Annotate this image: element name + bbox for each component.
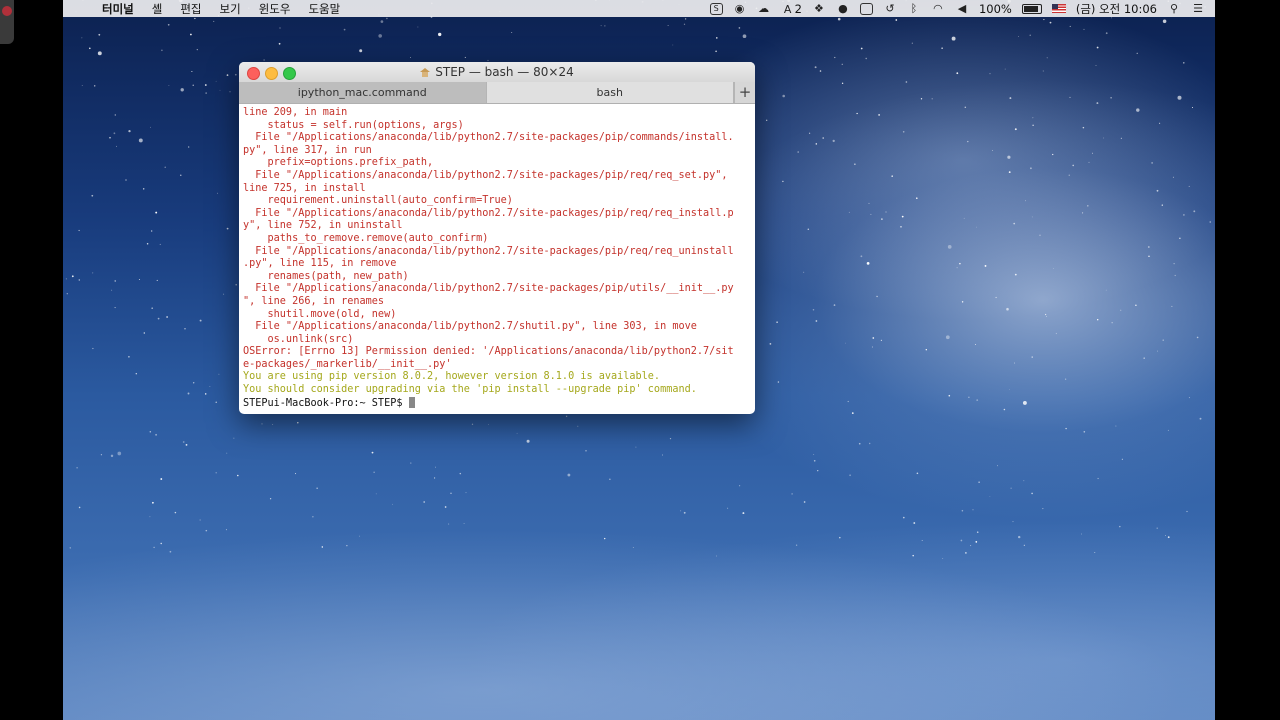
close-button[interactable]	[247, 67, 260, 80]
home-folder-icon	[420, 67, 431, 77]
shell-prompt: STEPui-MacBook-Pro:~ STEP$	[243, 397, 409, 409]
menu-view[interactable]: 보기	[211, 1, 250, 17]
traceback-line: prefix=options.prefix_path,	[243, 157, 434, 169]
pip-warning: You are using pip version 8.0.2, however…	[243, 371, 751, 396]
traceback-line: File "/Applications/anaconda/lib/python2…	[243, 283, 734, 295]
evernote-icon[interactable]: ◉	[733, 2, 747, 15]
bluetooth-icon[interactable]: ᛒ	[907, 2, 921, 15]
status-area: S ◉ ☁ A2 ❖ ● ↺ ᛒ ◠ ◀ 100% (금) 오전 10:06 ⚲…	[709, 1, 1215, 17]
traceback-line: File "/Applications/anaconda/lib/python2…	[243, 169, 728, 181]
traceback-line: File "/Applications/anaconda/lib/python2…	[243, 245, 734, 257]
terminal-output[interactable]: line 209, in main status = self.run(opti…	[239, 104, 755, 413]
menu-help[interactable]: 도움말	[299, 1, 349, 17]
tab-bash[interactable]: bash	[486, 82, 734, 103]
tab-bar: ipython_mac.command bash +	[239, 82, 755, 104]
adobe-status[interactable]: A2	[781, 2, 802, 16]
screen-border-left	[0, 0, 63, 720]
traceback-line: OSError: [Errno 13] Permission denied: '…	[243, 346, 734, 358]
traceback-line: line 725, in install	[243, 182, 366, 194]
traceback-line: requirement.uninstall(auto_confirm=True)	[243, 195, 513, 207]
adobe-count: 2	[794, 1, 802, 16]
app-status-icon[interactable]: S	[709, 2, 723, 15]
time-machine-icon[interactable]: ↺	[883, 2, 897, 15]
terminal-window: STEP — bash — 80×24 ipython_mac.command …	[239, 62, 755, 414]
window-title-text: STEP — bash — 80×24	[435, 65, 574, 79]
menu-window[interactable]: 윈도우	[250, 1, 300, 17]
volume-icon[interactable]: ◀	[955, 2, 969, 15]
traceback-line: File "/Applications/anaconda/lib/python2…	[243, 207, 734, 219]
recording-indicator	[0, 0, 14, 44]
minimize-button[interactable]	[265, 67, 278, 80]
window-titlebar[interactable]: STEP — bash — 80×24	[239, 62, 755, 82]
tab-ipython-mac-command[interactable]: ipython_mac.command	[239, 82, 487, 103]
creative-cloud-icon[interactable]: ☁	[757, 2, 771, 15]
traceback-line: renames(path, new_path)	[243, 270, 409, 282]
traceback-line: shutil.move(old, new)	[243, 308, 397, 320]
clock[interactable]: (금) 오전 10:06	[1076, 1, 1157, 17]
traceback-line: py", line 317, in run	[243, 144, 372, 156]
wifi-icon[interactable]: ◠	[931, 2, 945, 15]
warning-line: You should consider upgrading via the 'p…	[243, 384, 697, 396]
dropbox-icon[interactable]: ❖	[812, 2, 826, 15]
traceback-line: ", line 266, in renames	[243, 295, 385, 307]
spotlight-search-icon[interactable]: ⚲	[1167, 2, 1181, 15]
traceback-line: File "/Applications/anaconda/lib/python2…	[243, 132, 734, 144]
traceback-line: line 209, in main	[243, 107, 348, 118]
traceback-line: .py", line 115, in remove	[243, 258, 397, 270]
shell-prompt-line[interactable]: STEPui-MacBook-Pro:~ STEP$	[243, 396, 751, 411]
zoom-button[interactable]	[283, 67, 296, 80]
traceback-line: File "/Applications/anaconda/lib/python2…	[243, 321, 697, 333]
error-traceback: line 209, in main status = self.run(opti…	[243, 107, 751, 371]
traceback-line: os.unlink(src)	[243, 333, 354, 345]
screen-border-right	[1215, 0, 1280, 720]
record-icon[interactable]: ●	[836, 2, 850, 15]
display-icon[interactable]	[859, 2, 873, 15]
battery-icon[interactable]	[1021, 3, 1042, 14]
window-title: STEP — bash — 80×24	[420, 62, 574, 82]
traceback-line: paths_to_remove.remove(auto_confirm)	[243, 232, 489, 244]
menu-shell[interactable]: 셸	[143, 1, 172, 17]
traceback-line: status = self.run(options, args)	[243, 119, 464, 131]
input-source-flag-icon[interactable]	[1051, 4, 1066, 13]
text-cursor	[408, 396, 415, 408]
adobe-icon: A	[783, 2, 792, 16]
menu-app-name[interactable]: 터미널	[93, 1, 143, 17]
menu-bar: 터미널 셸 편집 보기 윈도우 도움말 S ◉ ☁ A2 ❖ ● ↺ ᛒ ◠ ◀…	[63, 0, 1215, 17]
battery-percent[interactable]: 100%	[979, 2, 1012, 16]
notification-center-icon[interactable]: ☰	[1191, 2, 1205, 15]
menu-edit[interactable]: 편집	[171, 1, 210, 17]
warning-line: You are using pip version 8.0.2, however…	[243, 371, 661, 383]
new-tab-button[interactable]: +	[734, 82, 755, 103]
traceback-line: e-packages/_markerlib/__init__.py'	[243, 358, 452, 370]
traceback-line: y", line 752, in uninstall	[243, 220, 403, 232]
